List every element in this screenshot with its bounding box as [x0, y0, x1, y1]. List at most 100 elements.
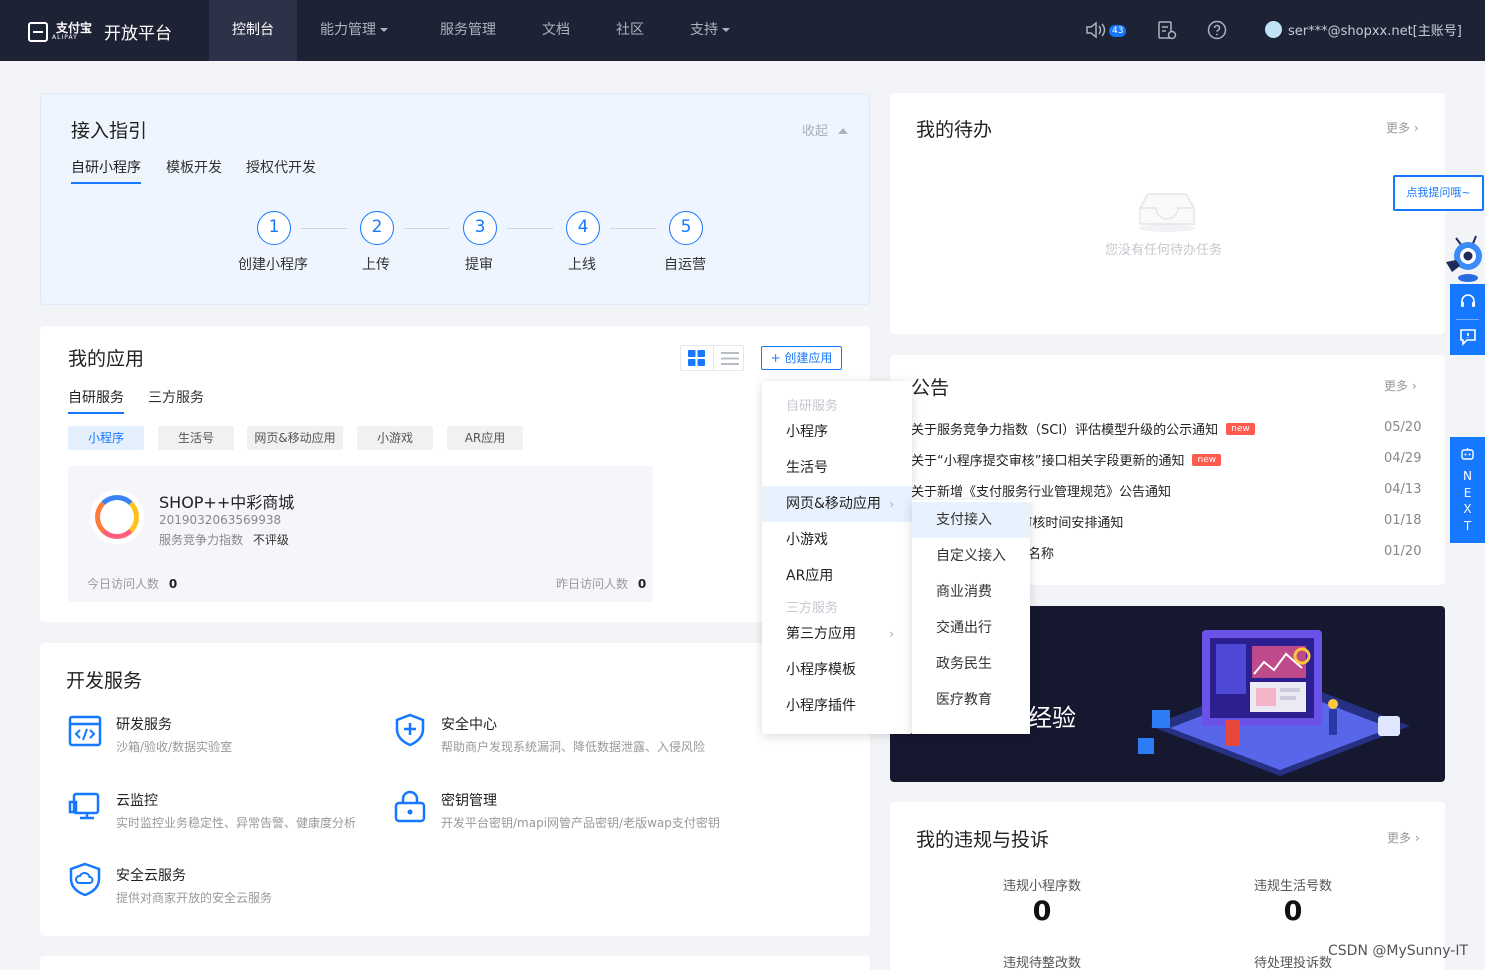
headset-icon[interactable]: [1459, 292, 1477, 310]
chevron-right-icon: ›: [1413, 121, 1419, 135]
tab-self-service[interactable]: 自研服务: [68, 387, 124, 414]
helper-toolbar: [1450, 284, 1485, 355]
today-visitors: 今日访问人数 0: [87, 575, 177, 592]
stat-value[interactable]: 0: [982, 896, 1102, 927]
app-logo: [90, 490, 144, 544]
robot-mascot-icon[interactable]: [1444, 232, 1485, 284]
yesterday-value: 0: [637, 577, 647, 591]
submenu-item[interactable]: 政务民生: [912, 646, 1030, 682]
nav-console[interactable]: 控制台: [209, 0, 297, 61]
notice-item[interactable]: 关于新增《支付服务行业管理规范》公告通知: [911, 481, 1171, 500]
user-account[interactable]: ser***@shopxx.net[主账号]: [1265, 20, 1462, 39]
logo-text-en: ALIPAY: [52, 33, 78, 41]
step-connector: [404, 228, 450, 229]
tab-third-party[interactable]: 三方服务: [148, 387, 204, 407]
avatar: [1265, 21, 1282, 38]
helper-tooltip[interactable]: 点我提问哦~: [1393, 175, 1484, 211]
feedback-icon[interactable]: [1459, 328, 1477, 346]
step-connector: [610, 228, 656, 229]
yesterday-visitors: 昨日访问人数 0: [556, 575, 646, 592]
service-title[interactable]: 安全中心: [441, 714, 497, 734]
nav-service[interactable]: 服务管理: [440, 0, 496, 61]
tab-template-dev[interactable]: 模板开发: [166, 157, 222, 177]
submenu-item[interactable]: 支付接入: [912, 502, 1030, 538]
list-view-icon[interactable]: [721, 351, 739, 366]
service-title[interactable]: 研发服务: [116, 714, 172, 734]
ticket-list-icon[interactable]: [1157, 20, 1177, 40]
app-id: 2019032063569938: [159, 513, 282, 527]
service-title[interactable]: 密钥管理: [441, 790, 497, 810]
chip-web-mobile[interactable]: 网页&移动应用: [247, 426, 343, 450]
tab-self-miniapp[interactable]: 自研小程序: [71, 157, 141, 184]
dropdown-item-minigame[interactable]: 小游戏: [762, 522, 912, 558]
next-letter: T: [1463, 518, 1472, 533]
submenu-item[interactable]: 交通出行: [912, 610, 1030, 646]
speaker-icon[interactable]: [1085, 20, 1107, 40]
notice-title: 公告: [911, 377, 950, 399]
stat-value[interactable]: 0: [1233, 896, 1353, 927]
submenu-item[interactable]: 自定义接入: [912, 538, 1030, 574]
chevron-right-icon: ›: [1411, 379, 1417, 393]
dropdown-group-label: 自研服务: [786, 399, 839, 414]
service-title[interactable]: 云监控: [116, 790, 158, 810]
chip-minigame[interactable]: 小游戏: [357, 426, 433, 450]
monitor-icon: [68, 792, 100, 820]
guide-title: 接入指引: [71, 120, 148, 142]
notice-text: 关于“小程序提交审核”接口相关字段更新的通知: [911, 454, 1185, 469]
nav-service-label: 服务管理: [440, 22, 496, 38]
chip-ar[interactable]: AR应用: [447, 426, 523, 450]
grid-view-icon[interactable]: [688, 350, 706, 367]
chip-miniapp[interactable]: 小程序: [68, 426, 144, 450]
more-label: 更多: [1387, 831, 1412, 845]
service-desc: 实时监控业务稳定性、异常告警、健康度分析: [116, 816, 357, 830]
nav-docs[interactable]: 文档: [542, 0, 570, 61]
dropdown-item-miniapp[interactable]: 小程序: [762, 414, 912, 450]
nav-community[interactable]: 社区: [616, 0, 644, 61]
nav-support[interactable]: 支持: [690, 0, 730, 61]
submenu-item[interactable]: 商业消费: [912, 574, 1030, 610]
step-connector: [301, 228, 347, 229]
notice-item[interactable]: 关于服务竞争力指数（SCI）评估模型升级的公示通知 new: [911, 419, 1255, 438]
tab-authorized-dev[interactable]: 授权代开发: [246, 157, 316, 177]
next-toolbar[interactable]: N E X T: [1450, 437, 1485, 543]
top-navbar: 支付宝 ALIPAY 开放平台 控制台 能力管理 服务管理 文档 社区 支持 4…: [0, 0, 1485, 61]
lock-icon: [394, 790, 426, 823]
score-label: 服务竞争力指数: [159, 533, 244, 547]
notice-date: 01/18: [1384, 513, 1422, 528]
dropdown-item-plugin[interactable]: 小程序插件: [762, 688, 912, 724]
empty-inbox-icon: [1139, 193, 1195, 232]
dropdown-item-third-party[interactable]: 第三方应用 ›: [762, 616, 912, 652]
dropdown-item-template[interactable]: 小程序模板: [762, 652, 912, 688]
toggle-divider: [713, 346, 714, 370]
submenu-item[interactable]: 医疗教育: [912, 682, 1030, 718]
cloud-shield-icon: [69, 862, 101, 896]
next-label: N E X T: [1450, 468, 1485, 534]
score-value: 不评级: [252, 533, 289, 547]
yesterday-label: 昨日访问人数: [556, 577, 629, 591]
help-icon[interactable]: [1207, 20, 1227, 40]
create-app-button[interactable]: + 创建应用: [761, 346, 842, 370]
chevron-right-icon: ›: [889, 497, 894, 511]
collapse-button[interactable]: 收起: [802, 120, 849, 139]
chip-lifeaccount[interactable]: 生活号: [158, 426, 234, 450]
notice-date: 05/20: [1384, 420, 1422, 435]
notice-item[interactable]: 关于“小程序提交审核”接口相关字段更新的通知 new: [911, 450, 1222, 469]
violations-more-link[interactable]: 更多 ›: [1387, 829, 1420, 846]
new-badge: new: [1192, 454, 1222, 466]
app-name[interactable]: SHOP++中彩商城: [159, 489, 294, 513]
alipay-logo[interactable]: 支付宝 ALIPAY 开放平台: [28, 19, 172, 44]
caret-up-icon: [838, 128, 849, 134]
alipay-logo-icon: [28, 21, 48, 42]
collapse-label: 收起: [802, 124, 829, 139]
dev-title: 开发服务: [66, 670, 143, 692]
nav-capability[interactable]: 能力管理: [320, 0, 388, 61]
todo-more-link[interactable]: 更多 ›: [1386, 119, 1419, 136]
chevron-right-icon: ›: [1414, 831, 1420, 845]
notice-more-link[interactable]: 更多 ›: [1384, 377, 1417, 394]
dropdown-item-web-mobile[interactable]: 网页&移动应用 ›: [762, 486, 912, 522]
create-app-dropdown: 自研服务 小程序 生活号 网页&移动应用 › 小游戏 AR应用 三方服务 第三方…: [762, 381, 912, 734]
dropdown-item-ar[interactable]: AR应用: [762, 558, 912, 594]
service-title[interactable]: 安全云服务: [116, 865, 186, 885]
step-label: 自运营: [664, 257, 706, 273]
dropdown-item-lifeaccount[interactable]: 生活号: [762, 450, 912, 486]
